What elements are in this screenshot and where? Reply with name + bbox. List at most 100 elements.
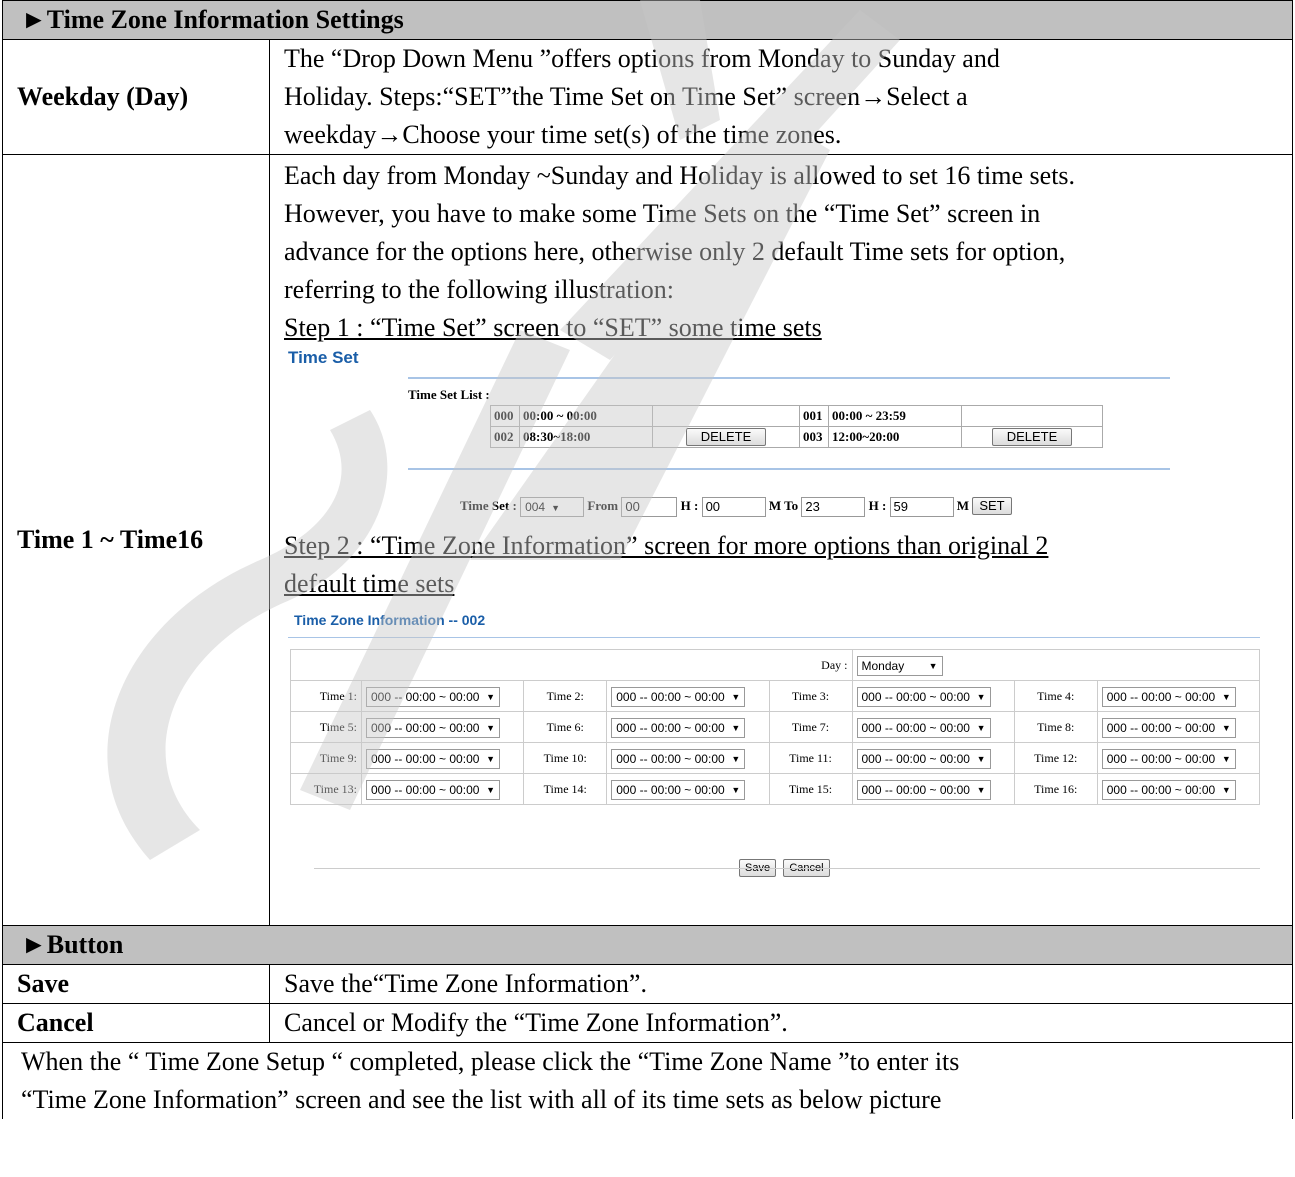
set-button[interactable]: SET (972, 497, 1012, 515)
row-label-cancel: Cancel (2, 1003, 270, 1043)
chevron-down-icon: ▼ (551, 503, 561, 514)
table-row: Time 5: 000 -- 00:00 ~ 00:00 ▼ Time 6: 000 -… (290, 711, 1261, 743)
time-slot-label: Time 7: (768, 711, 853, 743)
timeset-action-cell: DELETE (961, 426, 1103, 448)
time-slot-value: 000 -- 00:00 ~ 00:00 (371, 783, 480, 798)
table-row: Time 1: 000 -- 00:00 ~ 00:00 ▼ Time 2: 000 -… (290, 680, 1261, 712)
time-slot-cell: 000 -- 00:00 ~ 00:00 ▼ (606, 773, 770, 805)
time-slot-label: Time 3: (768, 680, 853, 712)
time-slot-label: Time 4: (1013, 680, 1098, 712)
timeset-list-table: 000 00:00 ~ 00:00 001 00:00 ~ 23:59 002 … (490, 405, 1103, 448)
time-slot-label: Time 11: (768, 742, 853, 774)
time-slot-value: 000 -- 00:00 ~ 00:00 (616, 721, 725, 736)
time-slot-value: 000 -- 00:00 ~ 00:00 (1106, 721, 1216, 736)
table-row: 002 08:30~18:00 DELETE 003 12:00~20:00 D… (490, 426, 1103, 448)
chevron-down-icon: ▼ (486, 754, 495, 765)
time-slot-select[interactable]: 000 -- 00:00 ~ 00:00 ▼ (366, 718, 500, 739)
time-slot-select[interactable]: 000 -- 00:00 ~ 00:00 ▼ (1101, 687, 1236, 708)
time-slot-select[interactable]: 000 -- 00:00 ~ 00:00 ▼ (611, 780, 746, 801)
text-line: weekday→Choose your time set(s) of the t… (284, 120, 842, 149)
time-slot-cell: 000 -- 00:00 ~ 00:00 ▼ (851, 680, 1015, 712)
timeset-range: 00:00 ~ 00:00 (519, 405, 653, 427)
time-slot-select[interactable]: 000 -- 00:00 ~ 00:00 ▼ (366, 687, 500, 708)
from-minute-input[interactable]: 00 (701, 497, 766, 518)
timeset-title: Time Set (288, 348, 359, 367)
text-line: Holiday. Steps:“SET”the Time Set on Time… (284, 82, 968, 111)
time-slot-label: Time 13: (290, 773, 362, 805)
time-slot-value: 000 -- 00:00 ~ 00:00 (1106, 783, 1216, 798)
timeset-select[interactable]: 004 ▼ (520, 497, 585, 518)
row-label-time-slots: Time 1 ~ Time16 (2, 154, 270, 926)
time-slot-label: Time 6: (523, 711, 608, 743)
time-slot-cell: 000 -- 00:00 ~ 00:00 ▼ (360, 711, 525, 743)
chevron-down-icon: ▼ (486, 785, 495, 796)
time-slot-cell: 000 -- 00:00 ~ 00:00 ▼ (851, 742, 1015, 774)
section-header-timezone-settings: ►Time Zone Information Settings (2, 0, 1293, 40)
step2-heading: Step 2 : “Time Zone Information” screen … (284, 531, 1049, 560)
divider (408, 468, 1170, 470)
table-row: Time 9: 000 -- 00:00 ~ 00:00 ▼ Time 10: 000 … (290, 742, 1261, 774)
time-slot-value: 000 -- 00:00 ~ 00:00 (861, 690, 970, 705)
from-label: From (587, 498, 619, 513)
timeset-range: 08:30~18:00 (519, 426, 653, 448)
hour-label: H : (680, 498, 699, 513)
time-slot-label: Time 8: (1013, 711, 1098, 743)
chevron-down-icon: ▼ (1221, 785, 1231, 796)
time-slot-label: Time 15: (768, 773, 853, 805)
timeset-action-cell: DELETE (652, 426, 800, 448)
to-hour-input[interactable]: 23 (801, 497, 866, 518)
time-slot-cell: 000 -- 00:00 ~ 00:00 ▼ (1096, 680, 1261, 712)
row-label-weekday: Weekday (Day) (2, 39, 270, 155)
time-slot-value: 000 -- 00:00 ~ 00:00 (371, 690, 480, 705)
time-slot-select[interactable]: 000 -- 00:00 ~ 00:00 ▼ (856, 687, 991, 708)
time-slot-label: Time 16: (1013, 773, 1098, 805)
note-cell: When the “ Time Zone Setup “ completed, … (2, 1042, 1293, 1119)
time-slot-label: Time 2: (523, 680, 608, 712)
timezone-title: Time Zone Information -- 002 (294, 612, 486, 628)
time-slot-select[interactable]: 000 -- 00:00 ~ 00:00 ▼ (1101, 780, 1236, 801)
delete-button[interactable]: DELETE (685, 428, 767, 446)
time-slot-select[interactable]: 000 -- 00:00 ~ 00:00 ▼ (611, 749, 746, 770)
time-slot-value: 000 -- 00:00 ~ 00:00 (371, 752, 480, 767)
time-slot-select[interactable]: 000 -- 00:00 ~ 00:00 ▼ (1101, 718, 1236, 739)
timeset-id: 002 (490, 426, 520, 448)
chevron-down-icon: ▼ (928, 661, 938, 672)
time-slot-label: Time 10: (523, 742, 608, 774)
time-slot-cell: 000 -- 00:00 ~ 00:00 ▼ (360, 742, 525, 774)
table-row: Day : Monday ▼ (290, 649, 1260, 681)
text-line: However, you have to make some Time Sets… (284, 199, 1041, 228)
timezone-buttons: Save Cancel (739, 843, 830, 881)
day-label: Day : (290, 649, 853, 681)
row-desc-cancel: Cancel or Modify the “Time Zone Informat… (269, 1003, 1293, 1043)
time-slot-select[interactable]: 000 -- 00:00 ~ 00:00 ▼ (856, 780, 991, 801)
time-slot-select[interactable]: 000 -- 00:00 ~ 00:00 ▼ (611, 718, 746, 739)
time-slot-select[interactable]: 000 -- 00:00 ~ 00:00 ▼ (611, 687, 746, 708)
text-line: referring to the following illustration: (284, 275, 674, 304)
text-line: Each day from Monday ~Sunday and Holiday… (284, 161, 1076, 190)
to-minute-input[interactable]: 59 (889, 497, 954, 518)
chevron-down-icon: ▼ (731, 785, 741, 796)
time-slot-cell: 000 -- 00:00 ~ 00:00 ▼ (606, 680, 770, 712)
from-hour-input[interactable]: 00 (621, 497, 678, 518)
time-slot-cell: 000 -- 00:00 ~ 00:00 ▼ (1096, 742, 1261, 774)
minute-to-label: M To (768, 498, 799, 513)
timeset-screenshot: Time Set Time Set List : 000 00:00 ~ 00:… (284, 347, 1244, 527)
chevron-down-icon: ▼ (1221, 723, 1231, 734)
time-slot-select[interactable]: 000 -- 00:00 ~ 00:00 ▼ (1101, 749, 1236, 770)
timeset-action-cell (652, 405, 800, 427)
chevron-down-icon: ▼ (1221, 692, 1231, 703)
time-slot-select[interactable]: 000 -- 00:00 ~ 00:00 ▼ (366, 749, 500, 770)
timeset-form: Time Set : 004 ▼ From 00 H : 00 M To 23 H… (460, 495, 1012, 518)
time-slot-select[interactable]: 000 -- 00:00 ~ 00:00 ▼ (366, 780, 500, 801)
time-slot-select[interactable]: 000 -- 00:00 ~ 00:00 ▼ (856, 718, 991, 739)
timeset-id: 001 (799, 405, 829, 427)
delete-button[interactable]: DELETE (991, 428, 1073, 446)
day-select[interactable]: Monday ▼ (856, 656, 943, 677)
time-slot-label: Time 12: (1013, 742, 1098, 774)
time-slot-cell: 000 -- 00:00 ~ 00:00 ▼ (606, 711, 770, 743)
timeset-range: 00:00 ~ 23:59 (828, 405, 962, 427)
timeset-range: 12:00~20:00 (828, 426, 962, 448)
time-slot-select[interactable]: 000 -- 00:00 ~ 00:00 ▼ (856, 749, 991, 770)
chevron-down-icon: ▼ (731, 723, 741, 734)
text-line: advance for the options here, otherwise … (284, 237, 1066, 266)
